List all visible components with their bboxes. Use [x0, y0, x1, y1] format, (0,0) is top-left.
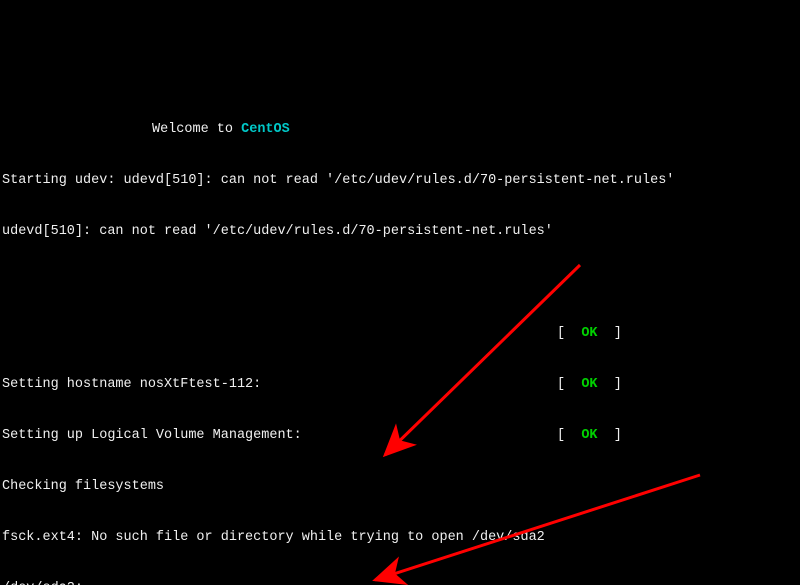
status-bracket-open: [ [557, 326, 581, 341]
status-bracket-open: [ [557, 428, 581, 443]
status-ok-1: OK [581, 326, 597, 341]
hostname-text: Setting hostname nosXtFtest-112: [2, 376, 557, 393]
lvm-line: Setting up Logical Volume Management:[ O… [2, 427, 800, 444]
hostname-line: Setting hostname nosXtFtest-112:[ OK ] [2, 376, 800, 393]
status-bracket-open: [ [557, 377, 581, 392]
status-bracket-close: ] [598, 428, 622, 443]
blank-line [2, 274, 800, 291]
terminal-screen[interactable]: Welcome to CentOS Starting udev: udevd[5… [0, 85, 800, 585]
status-ok-3: OK [581, 428, 597, 443]
distro-name: CentOS [241, 122, 290, 137]
status-line-1: [ OK ] [2, 325, 800, 342]
fsck-line-2: /dev/sda2: [2, 580, 800, 585]
welcome-prefix: Welcome to [152, 122, 241, 137]
status-bracket-close: ] [598, 377, 622, 392]
status-bracket-close: ] [598, 326, 622, 341]
checking-fs-line: Checking filesystems [2, 478, 800, 495]
welcome-line: Welcome to CentOS [2, 121, 800, 138]
status-ok-2: OK [581, 377, 597, 392]
lvm-text: Setting up Logical Volume Management: [2, 427, 557, 444]
udev-line-2: udevd[510]: can not read '/etc/udev/rule… [2, 223, 800, 240]
fsck-line-1: fsck.ext4: No such file or directory whi… [2, 529, 800, 546]
udev-line-1: Starting udev: udevd[510]: can not read … [2, 172, 800, 189]
